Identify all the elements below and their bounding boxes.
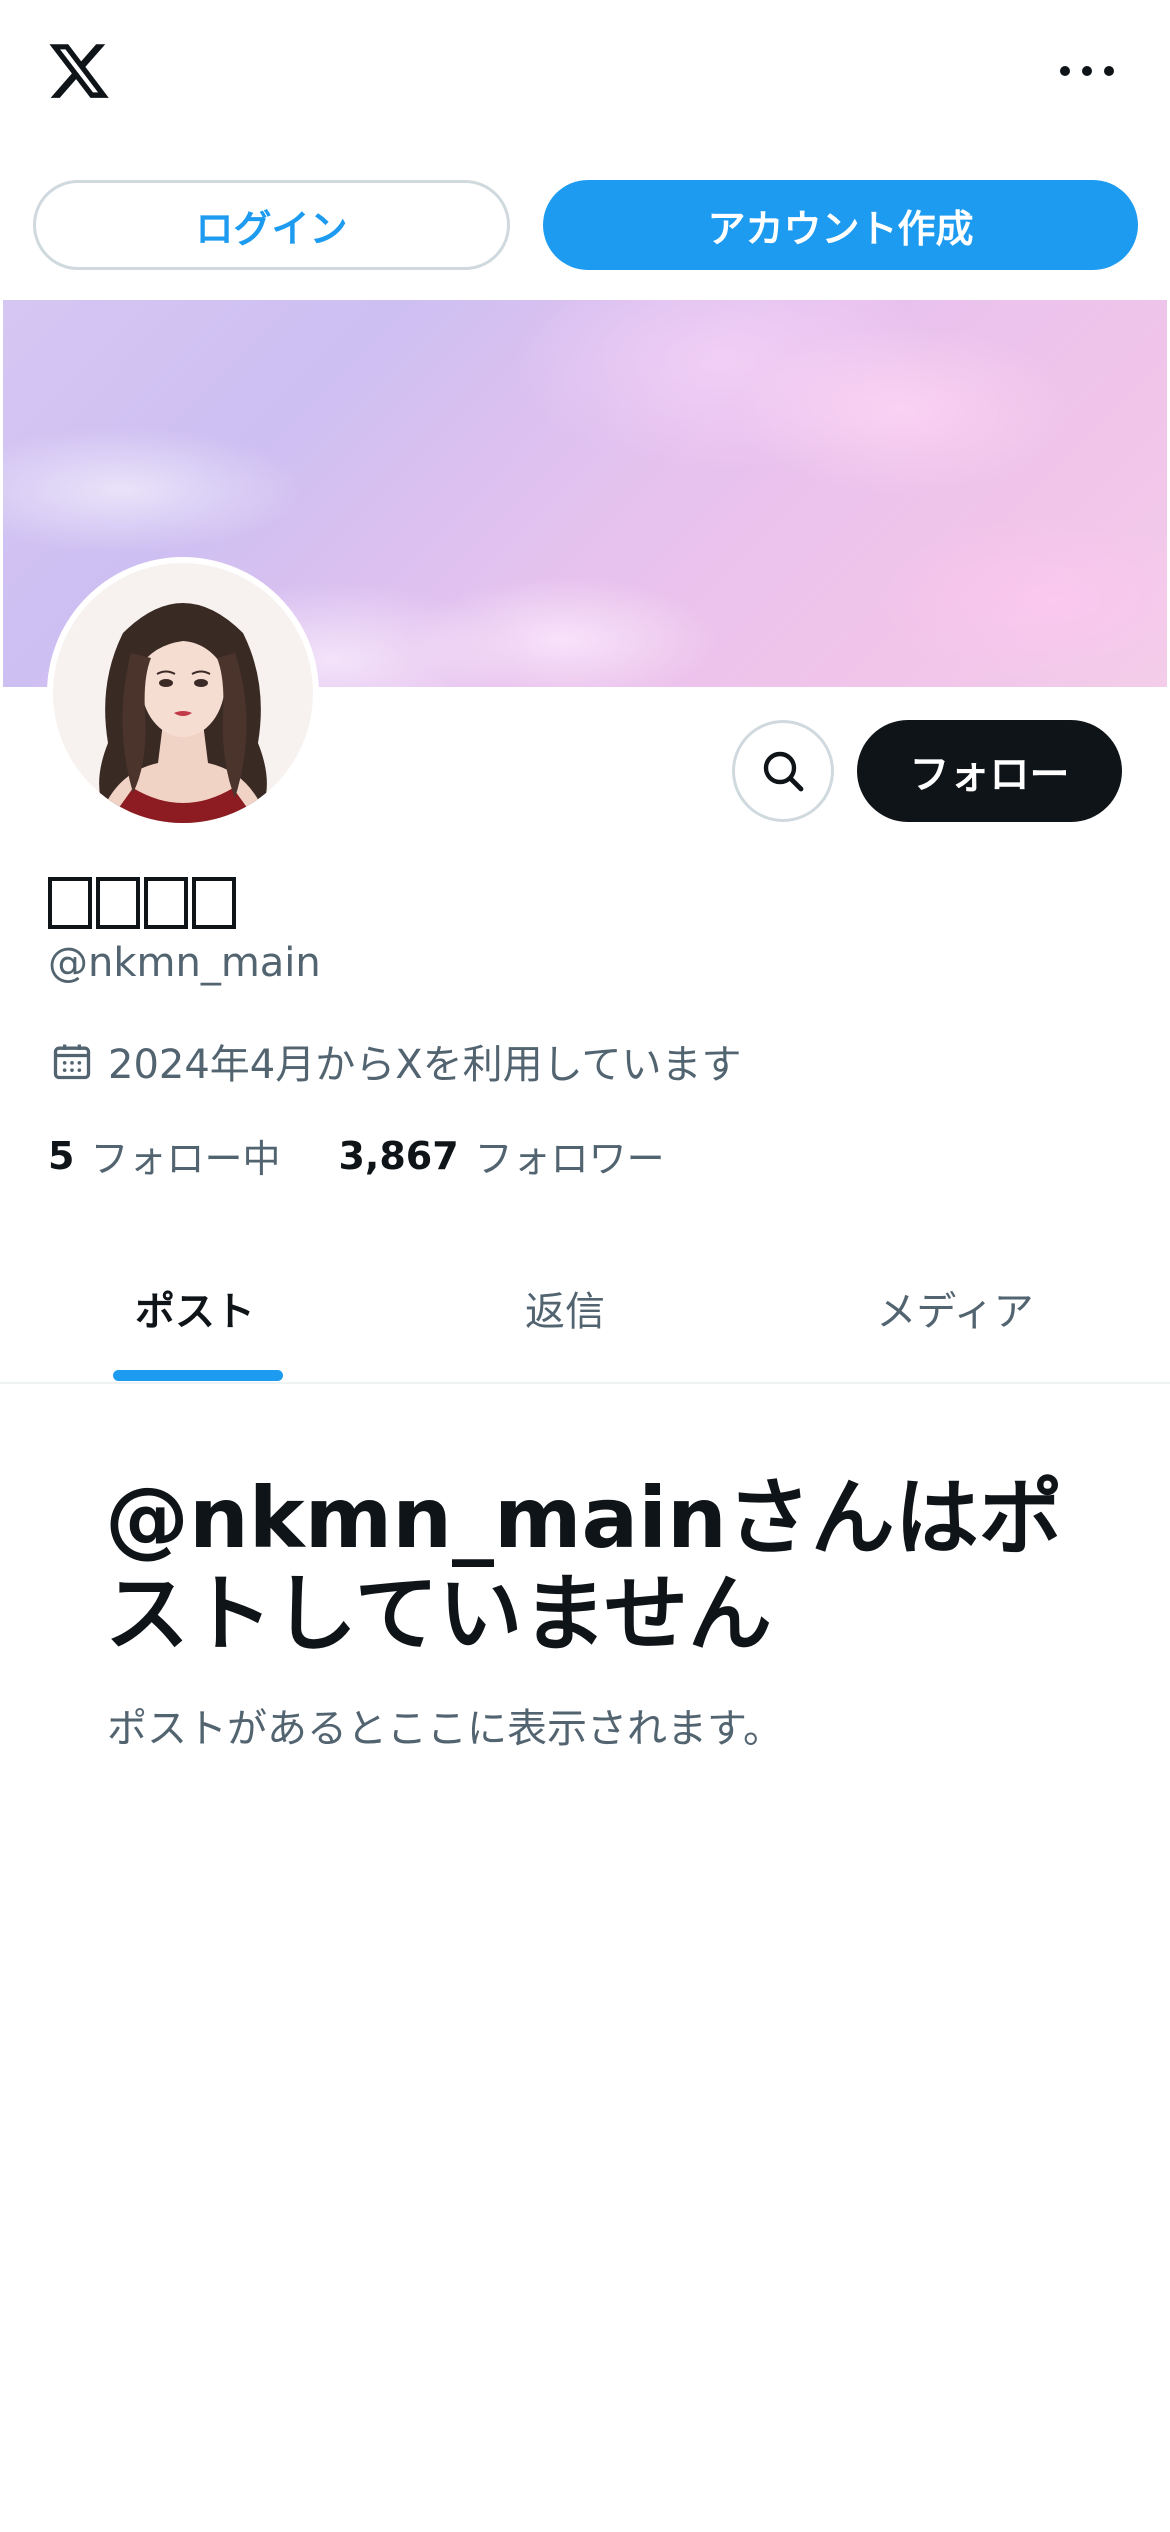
follow-stats: 5 フォロー中 3,867 フォロワー (48, 1128, 665, 1183)
joined-date-row: 2024年4月からXを利用しています (50, 1032, 741, 1090)
more-dot (1082, 66, 1092, 76)
tab-replies[interactable]: 返信 (390, 1235, 740, 1380)
active-tab-indicator (113, 1370, 283, 1381)
followers-link[interactable]: 3,867 フォロワー (338, 1128, 664, 1183)
login-button[interactable]: ログイン (33, 180, 510, 270)
search-icon (763, 751, 804, 792)
x-logo-icon[interactable] (46, 38, 112, 104)
avatar[interactable] (47, 557, 319, 829)
followers-label: フォロワー (474, 1137, 665, 1181)
followers-count: 3,867 (338, 1133, 459, 1178)
more-dot (1060, 66, 1070, 76)
missing-glyph (48, 877, 92, 929)
tab-posts[interactable]: ポスト (0, 1235, 390, 1380)
calendar-icon (53, 1044, 91, 1080)
empty-state-subtitle: ポストがあるとここに表示されます。 (107, 1706, 783, 1752)
following-count: 5 (48, 1133, 75, 1178)
joined-date: 2024年4月からXを利用しています (108, 1042, 742, 1088)
tab-media[interactable]: メディア (740, 1235, 1170, 1380)
user-handle: @nkmn_main (48, 940, 321, 986)
missing-glyph (96, 877, 140, 929)
divider (0, 1382, 1170, 1384)
missing-glyph (144, 877, 188, 929)
missing-glyph (192, 877, 236, 929)
search-button[interactable] (732, 720, 834, 822)
following-link[interactable]: 5 フォロー中 (48, 1128, 280, 1183)
create-account-button[interactable]: アカウント作成 (543, 180, 1138, 270)
empty-state-title: @nkmn_mainさんはポストしていません (105, 1469, 1063, 1663)
more-options-icon[interactable] (1060, 56, 1114, 86)
display-name (48, 868, 236, 938)
more-dot (1104, 66, 1114, 76)
following-label: フォロー中 (90, 1137, 281, 1181)
follow-button[interactable]: フォロー (857, 720, 1122, 822)
